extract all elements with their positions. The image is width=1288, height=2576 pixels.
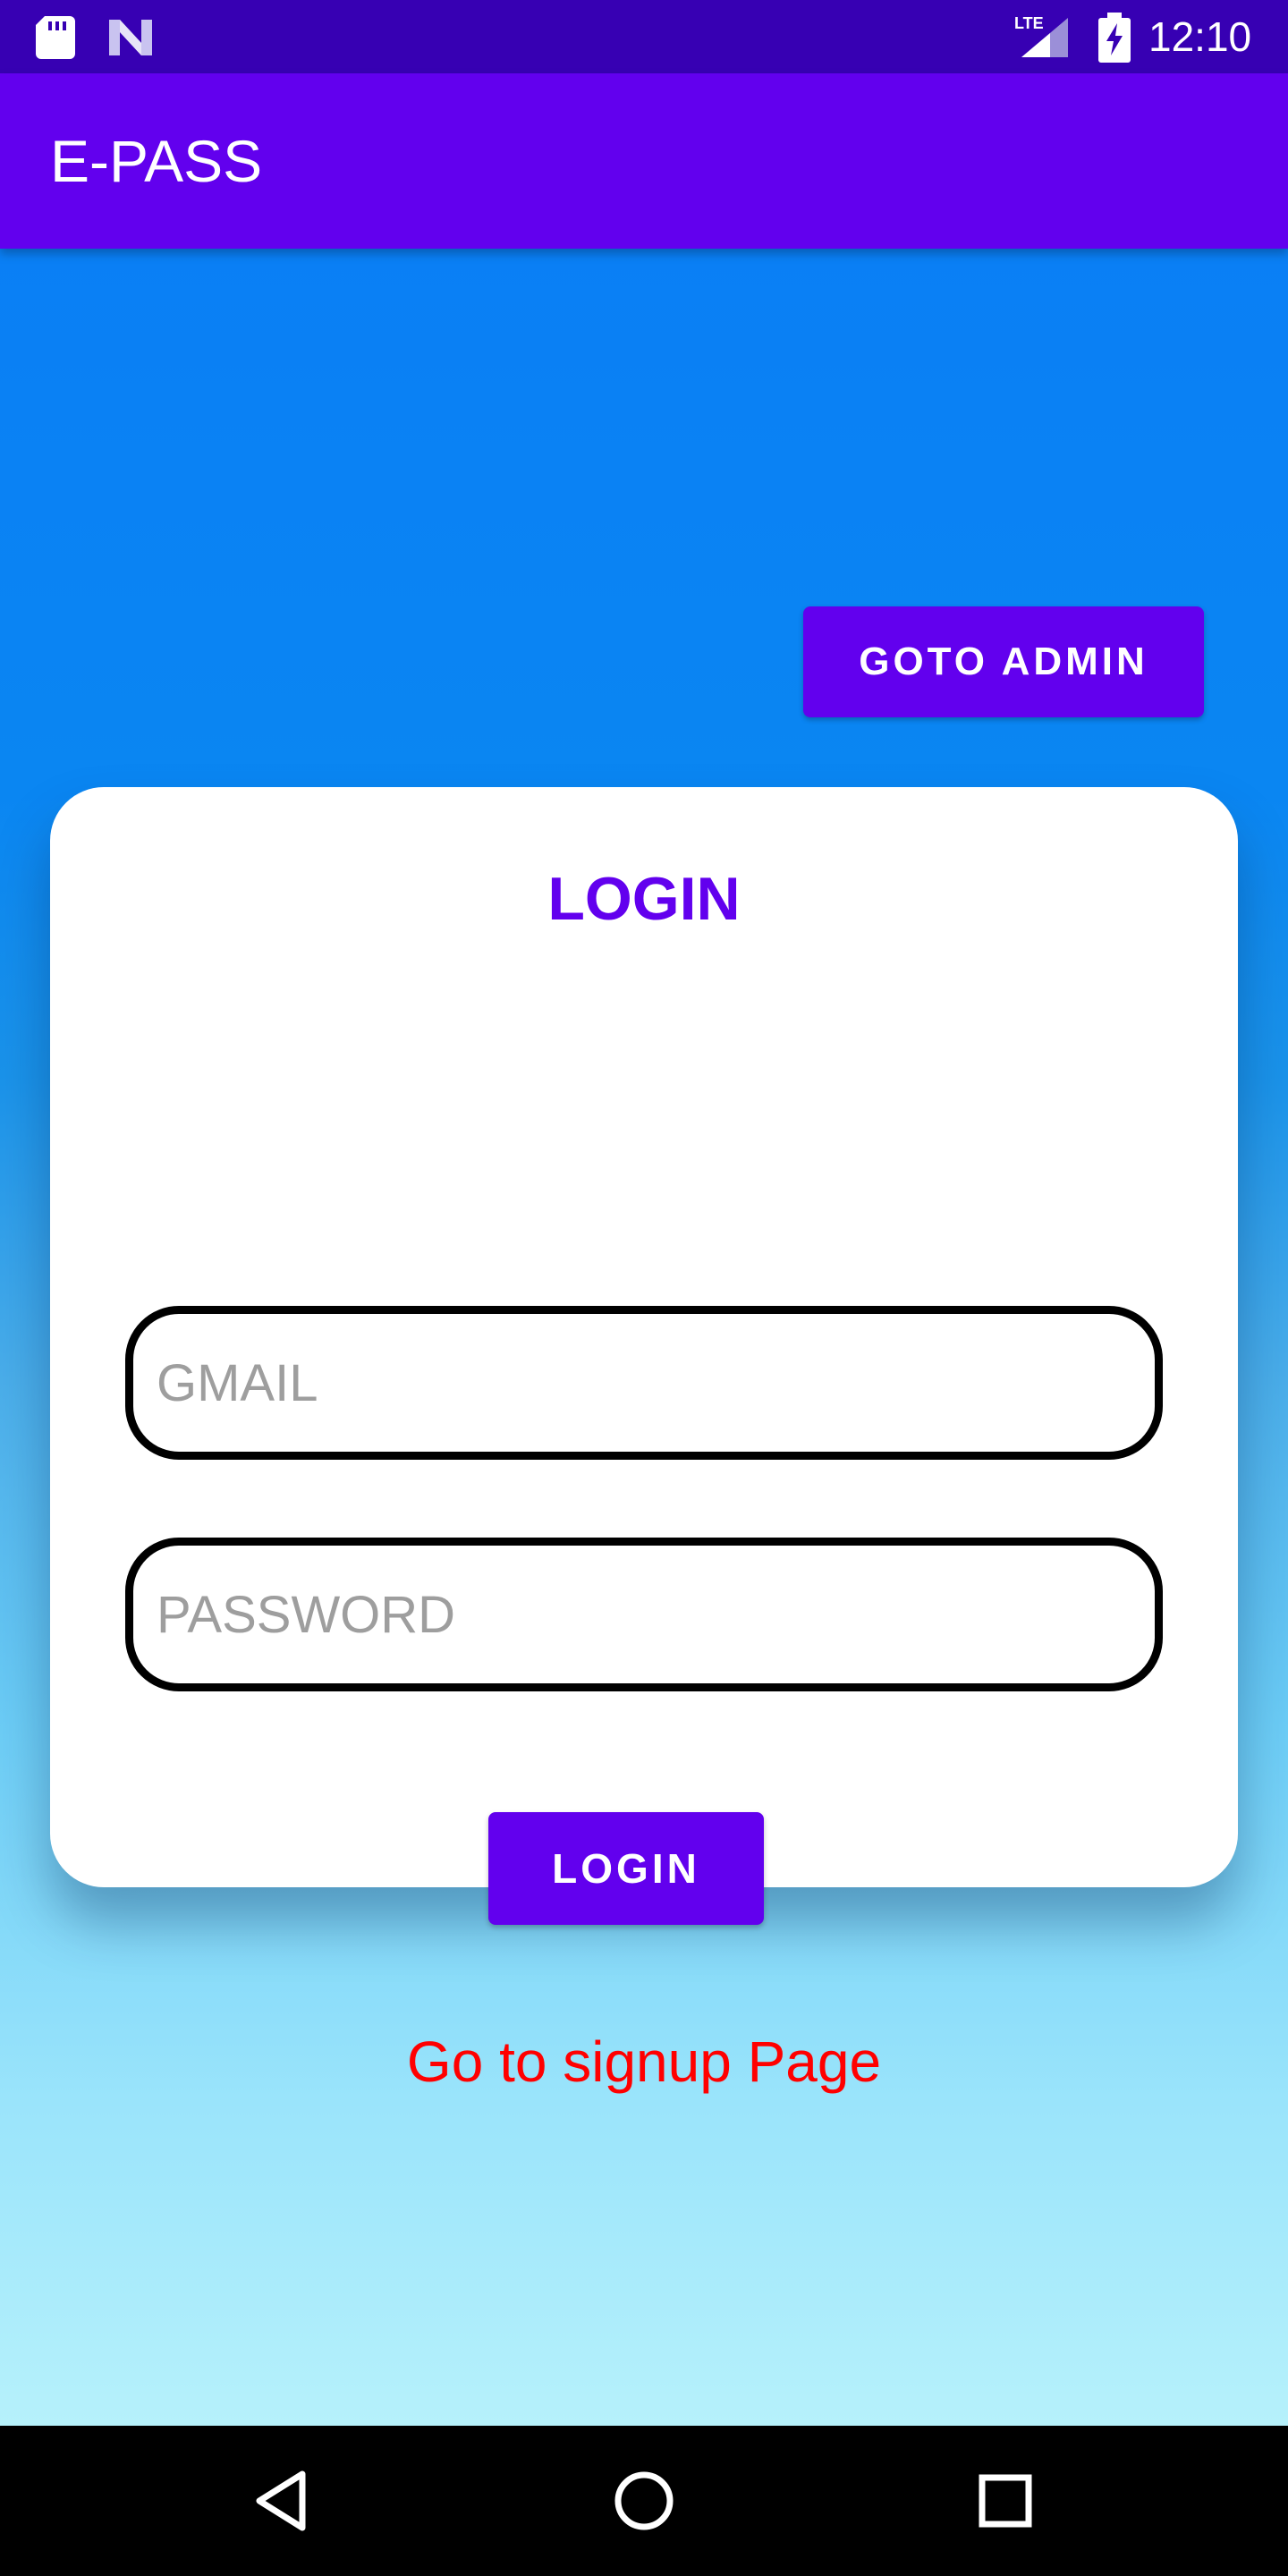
goto-admin-button[interactable]: GOTO ADMIN (803, 606, 1204, 717)
sd-card-icon (36, 16, 75, 59)
svg-text:LTE: LTE (1014, 14, 1044, 32)
recents-icon (979, 2474, 1032, 2528)
nav-home-button[interactable] (572, 2426, 716, 2576)
login-title: LOGIN (547, 865, 741, 933)
password-input[interactable] (125, 1538, 1163, 1691)
login-card: LOGIN LOGIN Go to signup Page (50, 787, 1238, 2094)
home-icon (614, 2471, 674, 2530)
nav-back-button[interactable] (213, 2426, 356, 2576)
n-notification-icon (109, 20, 152, 55)
status-bar: LTE 12:10 (0, 0, 1288, 73)
back-icon (256, 2470, 306, 2531)
app-title: E-PASS (50, 128, 263, 194)
nav-bar (0, 2426, 1288, 2576)
main-content: GOTO ADMIN LOGIN LOGIN Go to signup Page (0, 249, 1288, 2426)
battery-charging-icon (1098, 13, 1131, 63)
app-bar: E-PASS (0, 73, 1288, 249)
lte-signal-icon: LTE (1014, 14, 1068, 57)
signup-link[interactable]: Go to signup Page (50, 2029, 1238, 2095)
gmail-input[interactable] (125, 1306, 1163, 1460)
status-clock: 12:10 (1148, 13, 1252, 60)
nav-recents-button[interactable] (934, 2426, 1077, 2576)
login-button[interactable]: LOGIN (488, 1812, 764, 1925)
screen: LTE 12:10 E-PASS GOTO ADMIN LOGIN LOGIN … (0, 0, 1288, 2576)
